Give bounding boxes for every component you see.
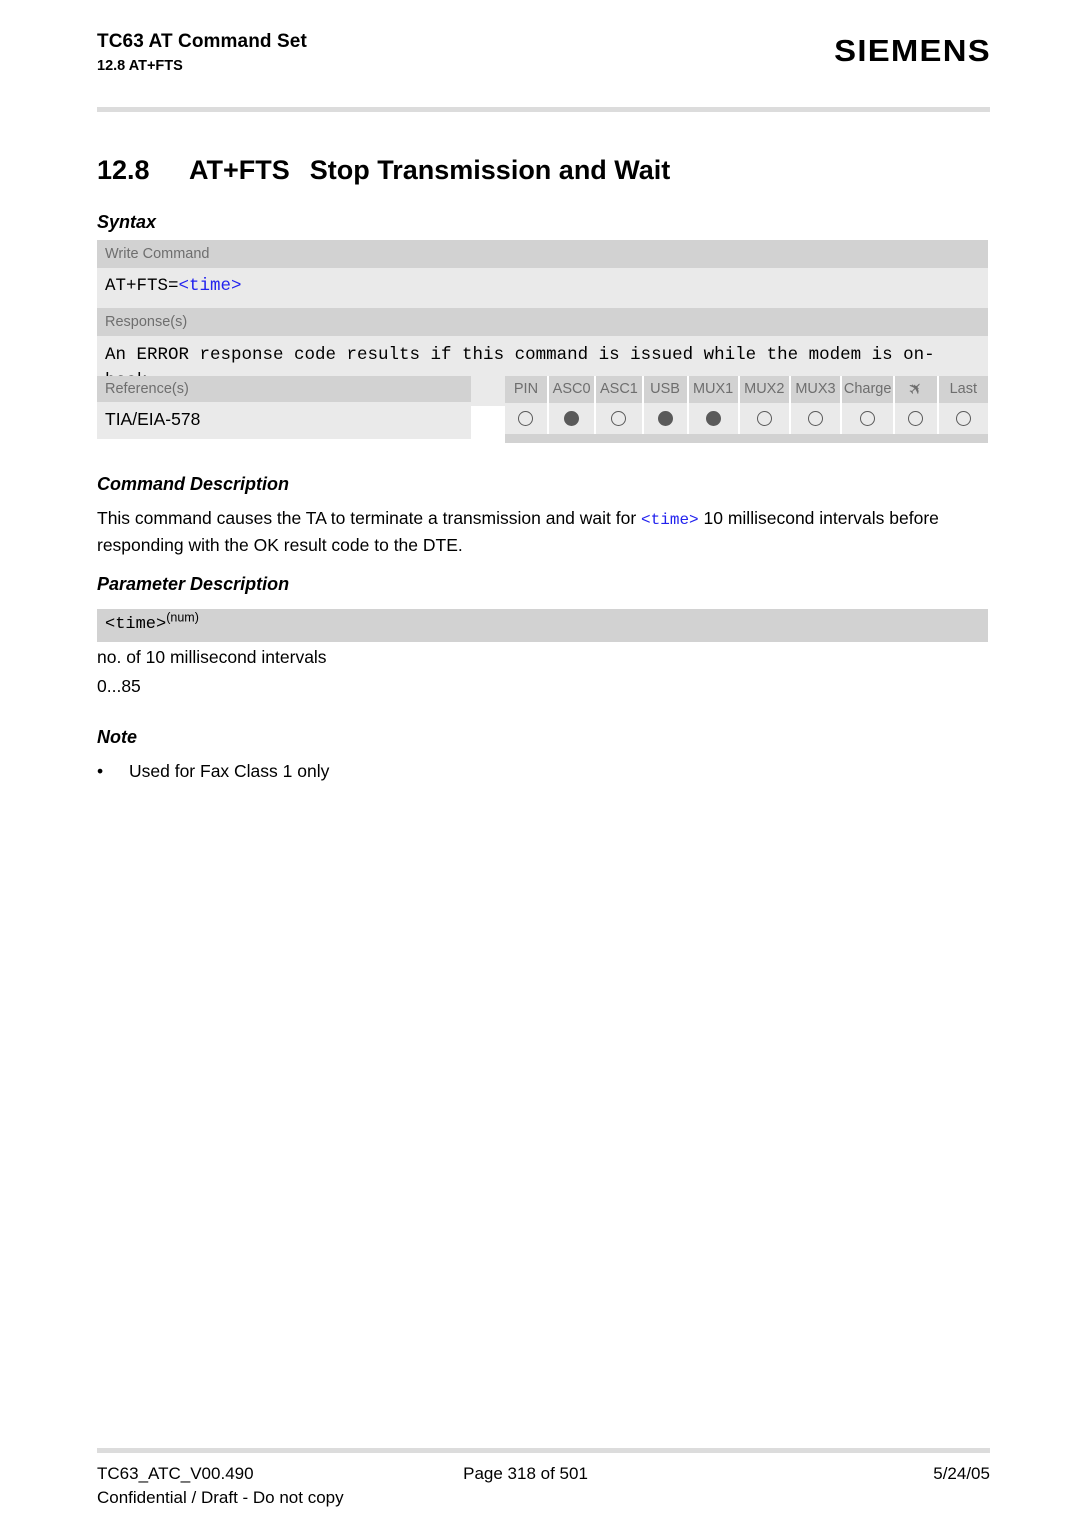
command-description-text: This command causes the TA to terminate … <box>97 506 990 558</box>
write-command-code-param: <time> <box>178 276 242 296</box>
availability-header-mux2: MUX2 <box>739 376 791 403</box>
footer-page-number: Page 318 of 501 <box>463 1464 588 1483</box>
availability-value-pin <box>505 403 549 434</box>
availability-value-airplane <box>895 403 939 434</box>
indicator-dot-empty <box>807 411 823 427</box>
indicator-dot-empty <box>756 411 772 427</box>
note-text: Used for Fax Class 1 only <box>129 761 330 781</box>
heading-command-description: Command Description <box>97 474 290 494</box>
parameter-range: 0...85 <box>97 676 141 696</box>
parameter-name: <time> <box>105 615 167 634</box>
heading-parameter-description: Parameter Description <box>97 574 290 594</box>
indicator-dot-filled <box>564 411 580 427</box>
heading-syntax: Syntax <box>97 212 157 232</box>
references-label: Reference(s) <box>105 381 189 397</box>
command-description-part1: This command causes the TA to terminate … <box>97 508 642 528</box>
header-titles: TC63 AT Command Set 12.8 AT+FTS <box>97 30 307 76</box>
header-section-ref: 12.8 AT+FTS <box>97 58 183 74</box>
bullet-icon: • <box>97 761 104 781</box>
references-value: TIA/EIA-578 <box>97 402 471 439</box>
indicator-dot-filled <box>705 411 721 427</box>
document-title: TC63 AT Command Set <box>97 31 307 52</box>
availability-header-asc0: ASC0 <box>548 376 597 403</box>
references-table: Reference(s) TIA/EIA-578 <box>97 376 471 439</box>
availability-value-usb <box>643 403 689 434</box>
availability-header-mux3: MUX3 <box>790 376 843 403</box>
availability-header-asc1: ASC1 <box>596 376 644 403</box>
availability-value-asc1 <box>596 403 644 434</box>
siemens-logo: SIEMENS <box>834 33 991 68</box>
indicator-dot-filled <box>657 411 673 427</box>
availability-value-row <box>505 403 988 434</box>
write-command-code-prefix: AT+FTS= <box>105 276 179 296</box>
footer-divider <box>97 1448 990 1453</box>
indicator-dot-empty <box>611 411 627 427</box>
section-number: 12.8 <box>97 155 150 185</box>
availability-header-pin: PIN <box>505 376 549 403</box>
availability-value-mux2 <box>739 403 791 434</box>
indicator-dot-empty <box>518 411 534 427</box>
availability-header-airplane: ✈ <box>895 376 939 403</box>
indicator-dot-empty <box>860 411 876 427</box>
write-command-label: Write Command <box>97 240 988 268</box>
availability-value-asc0 <box>548 403 597 434</box>
availability-header-last: Last <box>938 376 988 403</box>
availability-value-charge <box>842 403 896 434</box>
command-description-param: <time> <box>641 511 699 529</box>
indicator-dot-empty <box>908 411 924 427</box>
availability-value-mux1 <box>688 403 740 434</box>
section-command: AT+FTS <box>189 155 290 185</box>
parameter-description-text: no. of 10 millisecond intervals <box>97 647 327 667</box>
availability-value-last <box>938 403 988 434</box>
note-list-item: • Used for Fax Class 1 only <box>97 759 990 784</box>
availability-header-row: PIN ASC0 ASC1 USB MUX1 MUX2 MUX3 Charge … <box>505 376 988 403</box>
availability-header-mux1: MUX1 <box>688 376 740 403</box>
page-footer: TC63_ATC_V00.490 Page 318 of 501 5/24/05… <box>97 1462 990 1510</box>
footer-confidentiality: Confidential / Draft - Do not copy <box>97 1488 344 1507</box>
footer-doc-id: TC63_ATC_V00.490 <box>97 1464 254 1483</box>
responses-label: Response(s) <box>97 308 988 336</box>
heading-note: Note <box>97 727 137 747</box>
document-page: TC63 AT Command Set 12.8 AT+FTS SIEMENS … <box>0 0 1080 1528</box>
indicator-dot-empty <box>955 411 971 427</box>
parameter-name-bar: <time>(num) <box>97 609 988 642</box>
availability-header-charge: Charge <box>842 376 896 403</box>
availability-header-usb: USB <box>643 376 689 403</box>
write-command-code: AT+FTS=<time> <box>97 268 988 308</box>
airplane-icon: ✈ <box>903 376 928 401</box>
page-title: 12.8 AT+FTS Stop Transmission and Wait <box>97 154 670 186</box>
section-title-text: Stop Transmission and Wait <box>309 155 671 185</box>
header-divider <box>97 107 990 112</box>
availability-value-mux3 <box>790 403 843 434</box>
footer-date: 5/24/05 <box>933 1464 990 1483</box>
page-header: TC63 AT Command Set 12.8 AT+FTS SIEMENS <box>97 30 991 76</box>
availability-table: PIN ASC0 ASC1 USB MUX1 MUX2 MUX3 Charge … <box>505 376 988 443</box>
parameter-type-superscript: (num) <box>166 610 199 625</box>
